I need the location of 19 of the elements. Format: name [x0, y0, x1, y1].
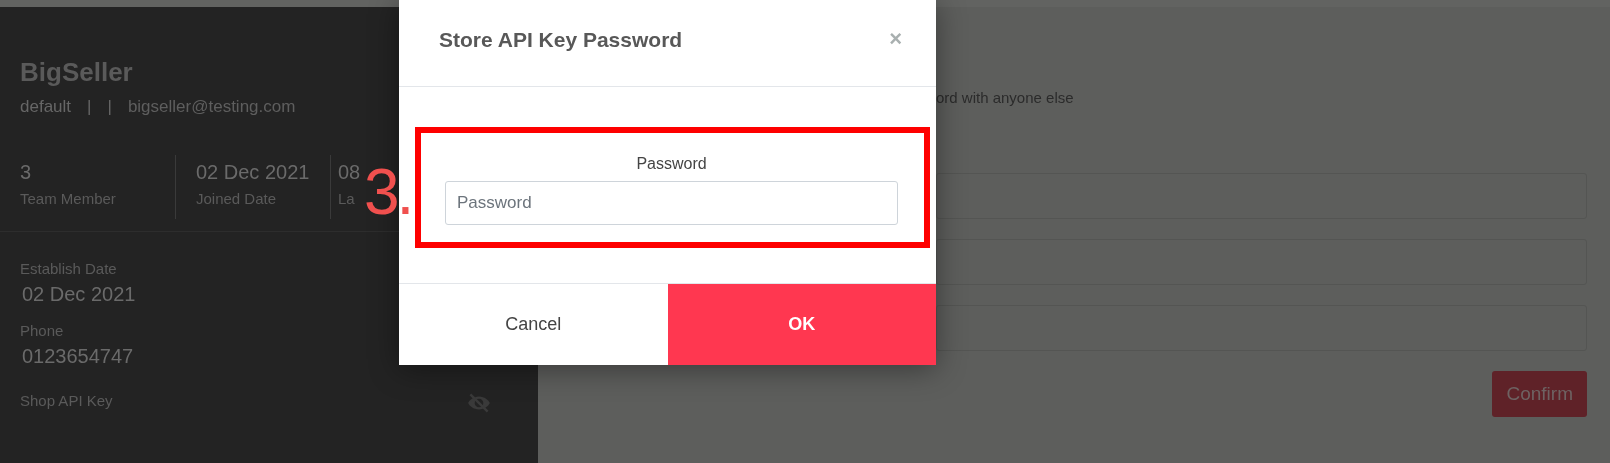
input-field[interactable] — [936, 305, 1587, 351]
dialog-title: Store API Key Password — [439, 28, 683, 52]
stat-value: 3 — [20, 160, 33, 184]
separator: | — [107, 97, 112, 117]
detail-value: 0123654747 — [21, 344, 135, 368]
cancel-button[interactable]: Cancel — [399, 284, 668, 365]
field-label: Password — [636, 155, 707, 174]
stat-value: 08 — [338, 160, 362, 184]
ok-button[interactable]: OK — [667, 284, 936, 365]
detail-value: 02 Dec 2021 — [21, 282, 137, 306]
separator: | — [87, 97, 92, 117]
password-field[interactable]: Password — [445, 181, 898, 225]
email-text: bigseller@testing.com — [127, 97, 296, 117]
stat-value: 02 Dec 2021 — [196, 160, 311, 184]
input-field[interactable] — [936, 239, 1587, 285]
input-field[interactable] — [936, 173, 1587, 219]
role-text: default — [20, 97, 72, 117]
confirm-button[interactable]: Confirm — [1492, 371, 1587, 417]
close-button[interactable]: × — [885, 28, 906, 50]
